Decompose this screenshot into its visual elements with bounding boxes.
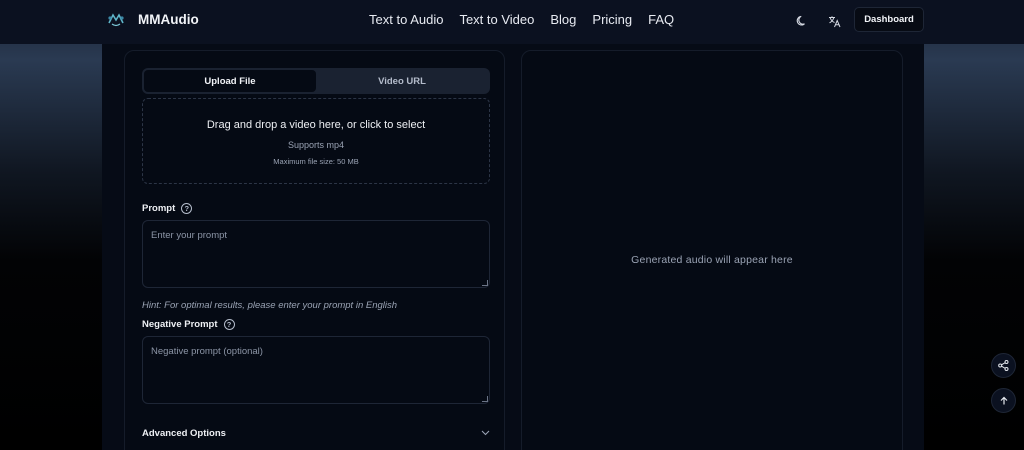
dashboard-button[interactable]: Dashboard (854, 7, 924, 32)
nav-text-to-video[interactable]: Text to Video (459, 12, 534, 27)
prompt-label: Prompt (142, 203, 176, 214)
nav-blog[interactable]: Blog (550, 12, 576, 27)
moon-icon[interactable] (793, 12, 811, 30)
nav-faq[interactable]: FAQ (648, 12, 674, 27)
source-tabs: Upload File Video URL (142, 68, 490, 94)
resize-handle[interactable] (482, 280, 488, 286)
share-button[interactable] (991, 353, 1016, 378)
resize-handle[interactable] (482, 396, 488, 402)
logo-icon (108, 13, 124, 27)
site-header: MMAudio Text to Audio Text to Video Blog… (0, 0, 1024, 44)
chevron-down-icon (481, 428, 490, 438)
negative-prompt-input[interactable] (142, 336, 490, 404)
video-dropzone[interactable]: Drag and drop a video here, or click to … (142, 98, 490, 184)
brand-name: MMAudio (138, 11, 199, 27)
brand-logo[interactable]: MMAudio (106, 9, 199, 29)
advanced-options-toggle[interactable]: Advanced Options (142, 426, 490, 440)
tab-video-url[interactable]: Video URL (316, 70, 488, 92)
nav-text-to-audio[interactable]: Text to Audio (369, 12, 443, 27)
share-icon (998, 360, 1009, 371)
output-panel: Generated audio will appear here (521, 50, 903, 450)
scroll-top-button[interactable] (991, 388, 1016, 413)
dropzone-title: Drag and drop a video here, or click to … (206, 119, 426, 131)
dropzone-supports: Supports mp4 (287, 140, 345, 150)
help-icon[interactable]: ? (181, 203, 193, 214)
main-nav: Text to Audio Text to Video Blog Pricing… (369, 12, 674, 27)
input-panel: Upload File Video URL Drag and drop a vi… (124, 50, 505, 450)
prompt-label-row: Prompt ? (142, 203, 193, 214)
help-icon[interactable]: ? (223, 319, 235, 330)
main-container: Upload File Video URL Drag and drop a vi… (102, 44, 924, 450)
negative-prompt-label: Negative Prompt (142, 319, 218, 330)
translate-icon[interactable] (825, 12, 843, 30)
advanced-options-label: Advanced Options (142, 427, 226, 439)
prompt-input[interactable] (142, 220, 490, 288)
negative-prompt-label-row: Negative Prompt ? (142, 319, 235, 330)
nav-pricing[interactable]: Pricing (592, 12, 632, 27)
tab-upload-file[interactable]: Upload File (144, 70, 316, 92)
prompt-hint: Hint: For optimal results, please enter … (142, 300, 398, 311)
arrow-up-icon (1000, 396, 1007, 404)
output-placeholder: Generated audio will appear here (631, 254, 793, 266)
dropzone-max-size: Maximum file size: 50 MB (273, 157, 359, 166)
